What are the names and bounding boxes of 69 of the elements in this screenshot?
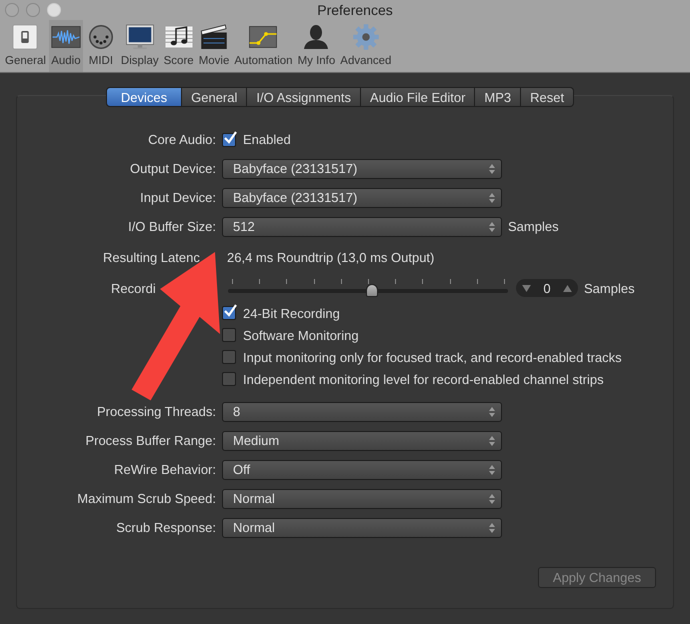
automation-curve-icon [248, 23, 278, 51]
monitor-icon [124, 23, 155, 51]
down-arrow-icon[interactable] [522, 284, 531, 292]
popup-menu[interactable]: Normal [222, 518, 502, 538]
close-button[interactable] [5, 3, 19, 17]
toolbar-item[interactable]: General [3, 20, 48, 72]
checkbox[interactable] [222, 132, 236, 146]
field-label: Recordi [111, 280, 156, 296]
gear-icon [350, 23, 381, 51]
toolbar-item[interactable]: Automation [232, 20, 295, 72]
tab[interactable]: MP3 [475, 87, 522, 107]
popup-menu[interactable]: Off [222, 460, 502, 480]
toolbar-item[interactable]: My Info [296, 20, 338, 72]
field-label: Resulting Latenc [103, 250, 200, 265]
checkbox[interactable] [222, 328, 236, 342]
zoom-button[interactable] [47, 3, 61, 17]
slider-handle[interactable] [366, 284, 378, 297]
field-label: Maximum Scrub Speed: [77, 491, 216, 506]
checkbox-label: Independent monitoring level for record-enabled channel strips [243, 372, 604, 386]
tab[interactable]: General [182, 87, 248, 107]
field-label: Process Buffer Range: [85, 433, 216, 448]
popup-menu[interactable]: Babyface (23131517) [222, 158, 502, 178]
up-down-arrows-icon [489, 436, 495, 446]
up-down-arrows-icon [489, 494, 495, 504]
clapperboard-icon [199, 23, 230, 51]
toolbar-item[interactable]: MIDI [84, 20, 118, 72]
latency-value: 26,4 ms Roundtrip (13,0 ms Output) [227, 250, 434, 265]
field-label: Output Device: [130, 161, 216, 176]
popup-menu[interactable]: 8 [222, 402, 502, 422]
toolbar-item[interactable]: Movie [196, 20, 232, 72]
stepper-field[interactable]: 0 [516, 279, 578, 297]
up-down-arrows-icon [489, 464, 495, 474]
popup-menu[interactable]: Normal [222, 488, 502, 508]
tab[interactable]: I/O Assignments [247, 87, 362, 107]
toolbar-item[interactable]: Advanced [338, 20, 394, 72]
unit-label: Samples [584, 280, 635, 296]
waveform-icon [50, 23, 81, 51]
toolbar-item[interactable]: Audio [48, 20, 83, 72]
popup-menu[interactable]: 512 [222, 216, 502, 236]
field-label: I/O Buffer Size: [128, 219, 216, 234]
tab[interactable]: Audio File Editor [361, 87, 476, 107]
checkbox[interactable] [222, 306, 236, 320]
field-label: ReWire Behavior: [114, 462, 216, 477]
checkbox[interactable] [222, 372, 236, 386]
checkbox-label: Enabled [243, 132, 291, 147]
popup-menu[interactable]: Medium [222, 430, 502, 450]
toolbar-item[interactable]: Score [162, 20, 196, 72]
popup-menu[interactable]: Babyface (23131517) [222, 188, 502, 208]
checkbox[interactable] [222, 350, 236, 364]
up-down-arrows-icon [489, 406, 495, 416]
field-label: Processing Threads: [97, 404, 216, 419]
up-down-arrows-icon [489, 192, 495, 202]
field-label: Input Device: [140, 190, 216, 205]
checkbox-label: Input monitoring only for focused track, and record-enabled tracks [243, 350, 622, 364]
up-down-arrows-icon [489, 222, 495, 232]
minimize-button[interactable] [26, 3, 40, 17]
checkbox-label: 24-Bit Recording [243, 306, 340, 320]
field-label: Scrub Response: [116, 520, 216, 535]
switch-icon [10, 23, 40, 51]
tab[interactable]: Reset [521, 87, 574, 107]
up-down-arrows-icon [489, 164, 495, 174]
up-arrow-icon[interactable] [562, 284, 572, 292]
unit-label: Samples [508, 219, 559, 234]
toolbar-item[interactable]: Display [118, 20, 161, 72]
window-title: Preferences [316, 2, 393, 18]
tab[interactable]: Devices [106, 87, 182, 107]
checkbox-label: Software Monitoring [243, 328, 359, 342]
field-label: Core Audio: [148, 132, 216, 147]
up-down-arrows-icon [489, 522, 495, 532]
